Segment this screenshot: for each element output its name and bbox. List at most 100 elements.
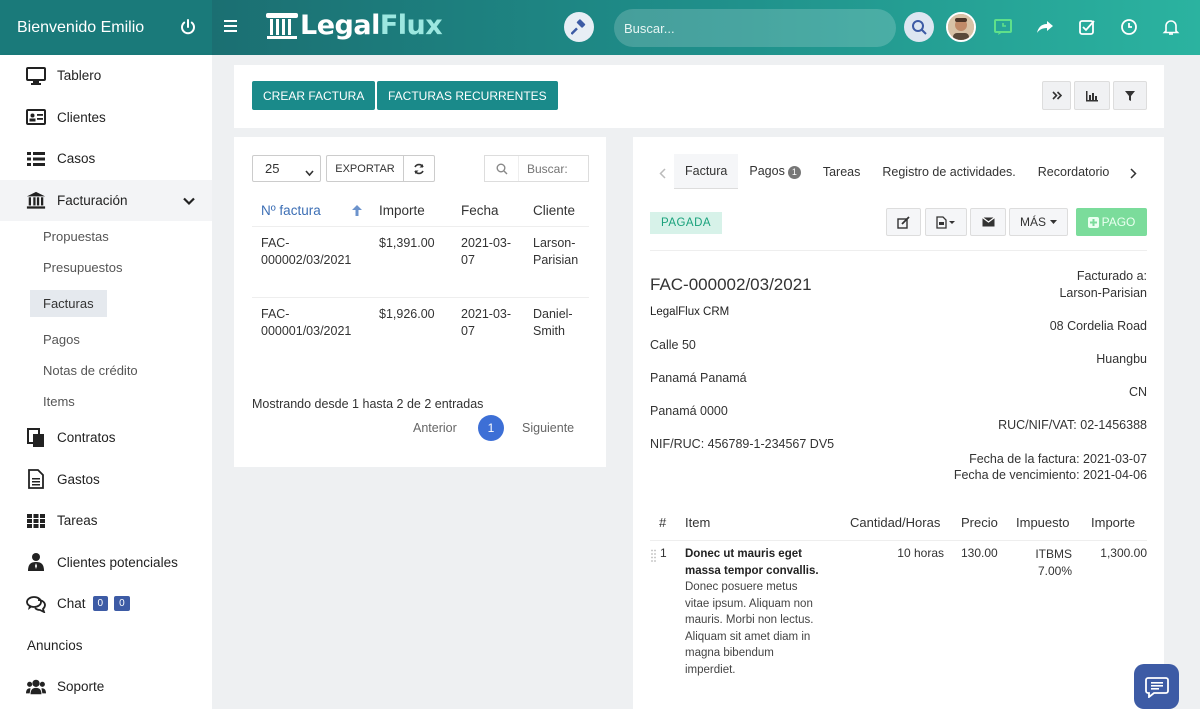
entries-info: Mostrando desde 1 hasta 2 de 2 entradas xyxy=(252,397,484,411)
global-search-input[interactable] xyxy=(614,9,896,47)
address-card-icon xyxy=(26,107,46,127)
items-header-quantity: Cantidad/Horas xyxy=(850,515,941,530)
logo[interactable]: LegalFlux xyxy=(264,10,443,41)
item-number: 1 xyxy=(660,546,667,560)
user-tie-icon xyxy=(26,552,46,572)
sort-ascending-arrow-icon[interactable] xyxy=(351,204,363,220)
sidebar-item-announcements[interactable]: Anuncios xyxy=(0,625,212,667)
item-description: Donec posuere metus vitae ipsum. Aliquam … xyxy=(685,581,814,676)
export-button[interactable]: EXPORTAR xyxy=(326,155,404,182)
sidebar-item-tasks[interactable]: Tareas xyxy=(0,500,212,542)
sidebar-item-dashboard[interactable]: Tablero xyxy=(0,55,212,97)
share-icon[interactable] xyxy=(1030,12,1060,42)
sidebar-subitem-estimates[interactable]: Presupuestos xyxy=(0,252,212,283)
recurring-invoices-button[interactable]: FACTURAS RECURRENTES xyxy=(377,81,558,110)
edit-icon[interactable] xyxy=(886,208,921,236)
tab-payments[interactable]: Pagos 1 xyxy=(738,154,811,189)
refresh-icon[interactable] xyxy=(403,155,435,182)
from-address-line: Panamá 0000 xyxy=(650,404,728,418)
drag-handle-icon[interactable] xyxy=(651,549,656,566)
logo-text: LegalFlux xyxy=(300,10,443,41)
column-header-number[interactable]: Nº factura xyxy=(261,203,321,218)
sidebar-item-clients[interactable]: Clientes xyxy=(0,97,212,139)
sidebar-item-leads[interactable]: Clientes potenciales xyxy=(0,542,212,584)
pagination-previous[interactable]: Anterior xyxy=(413,420,457,437)
sidebar-item-support[interactable]: Soporte xyxy=(0,666,212,708)
pagination-page-1[interactable]: 1 xyxy=(478,415,504,441)
sidebar-item-expenses[interactable]: Gastos xyxy=(0,459,212,501)
column-header-client[interactable]: Cliente xyxy=(533,203,575,218)
toolbar-panel: CREAR FACTURA FACTURAS RECURRENTES xyxy=(234,65,1164,128)
item-tax: ITBMS 7.00% xyxy=(1035,547,1072,578)
quick-actions-hammer-icon[interactable] xyxy=(564,12,594,42)
sidebar-item-contracts[interactable]: Contratos xyxy=(0,417,212,459)
more-dropdown-button[interactable]: MÁS xyxy=(1009,208,1068,236)
chat-widget-icon[interactable] xyxy=(1134,664,1179,709)
tab-tasks[interactable]: Tareas xyxy=(812,155,872,189)
items-header-price: Precio xyxy=(961,515,998,530)
column-header-amount[interactable]: Importe xyxy=(379,203,425,218)
tasks-check-icon[interactable] xyxy=(1072,12,1102,42)
tab-reminders[interactable]: Recordatorio xyxy=(1027,155,1121,189)
sidebar-item-billing[interactable]: Facturación xyxy=(0,179,212,221)
invoice-detail-panel: Factura Pagos 1 Tareas Registro de activi… xyxy=(633,137,1164,709)
search-icon[interactable] xyxy=(904,12,934,42)
item-amount: 1,300.00 xyxy=(1100,546,1147,560)
invoice-date: Fecha de la factura: 2021-03-07 xyxy=(969,452,1147,466)
bar-chart-icon[interactable] xyxy=(1074,81,1110,110)
chat-badge-unread: 0 xyxy=(92,596,109,612)
header-icons xyxy=(904,12,1186,42)
to-tax-id: RUC/NIF/VAT: 02-1456388 xyxy=(998,418,1147,432)
column-header-date[interactable]: Fecha xyxy=(461,203,499,218)
sidebar-item-label: Casos xyxy=(57,151,96,167)
timesheet-icon[interactable] xyxy=(988,12,1018,42)
tabs-scroll-left-icon[interactable] xyxy=(659,167,666,182)
sidebar-subitem-items[interactable]: Items xyxy=(0,386,212,417)
power-icon[interactable] xyxy=(178,17,198,37)
welcome-area: Bienvenido Emilio xyxy=(0,0,212,55)
header-bar: LegalFlux xyxy=(212,0,1200,55)
create-invoice-button[interactable]: CREAR FACTURA xyxy=(252,81,376,110)
pay-button[interactable]: PAGO xyxy=(1076,208,1147,236)
filter-icon[interactable] xyxy=(1113,81,1147,110)
item-quantity: 10 horas xyxy=(897,546,944,560)
divider xyxy=(650,540,1147,541)
sidebar-subitem-proposals[interactable]: Propuestas xyxy=(0,221,212,252)
sidebar-item-cases[interactable]: Casos xyxy=(0,138,212,180)
pdf-dropdown-icon[interactable] xyxy=(925,208,967,236)
sidebar-item-chat[interactable]: Chat 0 0 xyxy=(0,583,212,625)
avatar[interactable] xyxy=(946,12,976,42)
sidebar-item-label: Clientes potenciales xyxy=(57,554,178,570)
list-search-input[interactable] xyxy=(519,161,587,176)
list-icon xyxy=(26,149,46,169)
users-icon xyxy=(26,677,46,697)
invoice-number-cell[interactable]: FAC- 000001/03/2021 xyxy=(261,306,351,340)
sidebar-subitem-invoices[interactable]: Facturas xyxy=(0,283,212,324)
date-cell: 2021-03- 07 xyxy=(461,236,512,267)
email-icon[interactable] xyxy=(970,208,1006,236)
sidebar-subitem-payments[interactable]: Pagos xyxy=(0,324,212,355)
notifications-bell-icon[interactable] xyxy=(1156,12,1186,42)
tabs-scroll-right-icon[interactable] xyxy=(1130,167,1137,182)
to-address-line: CN xyxy=(1128,385,1147,399)
items-header-item: Item xyxy=(685,515,711,530)
tab-activity-log[interactable]: Registro de actividades. xyxy=(871,155,1026,189)
item-title: Donec ut mauris eget massa tempor convall… xyxy=(685,548,819,577)
detail-tabs: Factura Pagos 1 Tareas Registro de activi… xyxy=(674,154,1120,189)
clock-icon[interactable] xyxy=(1114,12,1144,42)
file-text-icon xyxy=(26,469,46,490)
bank-icon xyxy=(26,190,46,210)
tab-invoice[interactable]: Factura xyxy=(674,154,739,189)
client-cell: Daniel- Smith xyxy=(533,307,573,338)
date-cell: 2021-03- 07 xyxy=(461,307,512,338)
sidebar-item-label: Soporte xyxy=(57,679,105,695)
page-size-select[interactable]: 25 xyxy=(252,155,321,182)
collapse-double-chevron-icon[interactable] xyxy=(1042,81,1071,110)
sidebar-item-label: Clientes xyxy=(57,109,106,125)
invoice-number-cell[interactable]: FAC- 000002/03/2021 xyxy=(261,235,351,269)
list-search xyxy=(484,155,589,182)
pagination-next[interactable]: Siguiente xyxy=(522,420,574,437)
search-icon xyxy=(485,156,519,181)
sidebar-subitem-credit-notes[interactable]: Notas de crédito xyxy=(0,355,212,386)
menu-toggle-icon[interactable] xyxy=(224,19,240,33)
